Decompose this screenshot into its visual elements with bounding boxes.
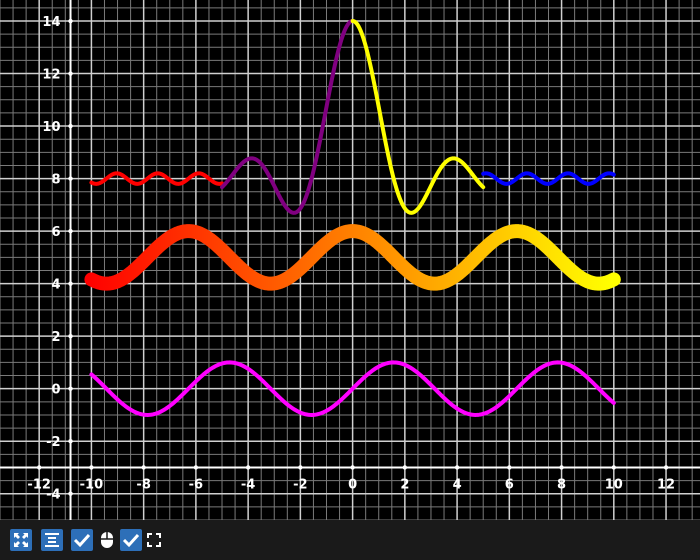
x-tick-label: -10	[80, 477, 104, 492]
fullscreen-button[interactable]	[143, 529, 165, 551]
x-tick-mark	[402, 465, 408, 470]
minor-grid	[0, 0, 700, 520]
y-tick-label: -2	[46, 435, 60, 450]
check-icon	[73, 533, 91, 548]
plot-toolbar	[0, 520, 700, 560]
y-tick-mark	[68, 439, 73, 444]
x-tick-label: -4	[241, 477, 255, 492]
y-tick-mark	[68, 386, 73, 391]
y-tick-label: 14	[42, 15, 60, 30]
x-tick-mark	[611, 465, 617, 470]
x-tick-mark	[507, 465, 512, 470]
zoom-fit-button[interactable]	[10, 529, 32, 551]
x-tick-mark	[559, 465, 564, 470]
tick-labels: -12 -10 -8 -6 -4 -2 0 2 4 6 8 10 12-4-202468101214	[27, 15, 675, 503]
x-tick-mark	[298, 465, 303, 470]
y-tick-mark	[68, 176, 73, 181]
axes	[0, 0, 700, 520]
y-tick-mark	[68, 18, 73, 24]
y-tick-mark	[68, 491, 73, 496]
x-tick-mark	[350, 465, 355, 470]
x-tick-label: 10	[605, 477, 623, 492]
y-tick-label: 6	[51, 225, 60, 240]
x-tick-label: 6	[505, 477, 514, 492]
x-tick-label: 0	[348, 477, 357, 492]
align-center-button[interactable]	[41, 529, 63, 551]
mouse-icon	[101, 532, 113, 548]
x-tick-mark	[245, 465, 251, 470]
y-tick-mark	[68, 123, 73, 129]
x-tick-mark	[454, 465, 460, 470]
y-tick-label: 12	[42, 68, 60, 83]
mouse-checkbox[interactable]	[71, 529, 93, 551]
y-tick-label: 8	[51, 173, 60, 188]
zoom-fit-icon	[14, 533, 28, 547]
function-plot[interactable]: -12 -10 -8 -6 -4 -2 0 2 4 6 8 10 12-4-202468101214	[0, 0, 700, 520]
x-tick-label: -2	[293, 477, 307, 492]
major-grid	[0, 0, 700, 520]
x-tick-label: -6	[189, 477, 203, 492]
x-tick-mark	[36, 465, 42, 470]
x-tick-label: -8	[136, 477, 150, 492]
y-tick-label: 4	[51, 278, 60, 293]
x-tick-mark	[141, 465, 146, 470]
y-tick-label: 2	[51, 330, 60, 345]
x-tick-mark	[663, 465, 669, 470]
x-tick-mark	[89, 465, 94, 470]
y-tick-mark	[68, 71, 73, 76]
x-tick-mark	[193, 465, 199, 470]
fullscreen-icon	[147, 533, 161, 547]
align-center-icon	[45, 533, 59, 547]
y-tick-mark	[68, 333, 73, 339]
x-tick-label: 12	[657, 477, 675, 492]
x-tick-label: 4	[453, 477, 462, 492]
y-tick-mark	[68, 281, 73, 286]
y-tick-mark	[68, 228, 73, 234]
y-tick-label: -4	[46, 488, 60, 503]
mouse-mode-button[interactable]	[96, 529, 118, 551]
check-icon	[122, 533, 140, 548]
fullscreen-checkbox[interactable]	[120, 529, 142, 551]
x-tick-label: 2	[400, 477, 409, 492]
y-tick-label: 10	[42, 120, 60, 135]
y-tick-label: 0	[51, 383, 60, 398]
x-tick-label: 8	[557, 477, 566, 492]
